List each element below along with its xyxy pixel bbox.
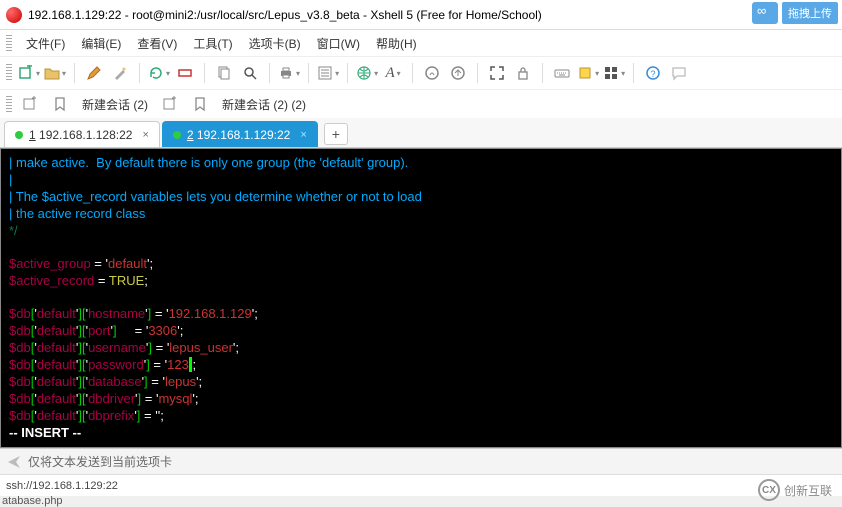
svg-text:?: ? (651, 69, 656, 79)
send-icon[interactable] (6, 454, 22, 470)
search-icon[interactable] (239, 61, 261, 85)
session-toolbar: 新建会话 (2) 新建会话 (2) (2) (0, 90, 842, 118)
separator (542, 63, 543, 83)
toolbar: A ? (0, 56, 842, 90)
clipped-text: atabase.php (0, 495, 65, 507)
tab-2[interactable]: 2 192.168.1.129:22 × (162, 121, 318, 147)
menu-tools[interactable]: 工具(T) (187, 33, 238, 54)
disconnect-button[interactable] (174, 61, 196, 85)
session-add-button-2[interactable] (158, 94, 182, 114)
upload-label: 拖拽上传 (782, 2, 838, 24)
highlight-icon[interactable] (577, 61, 599, 85)
session-link-2[interactable]: 新建会话 (2) (2) (218, 94, 310, 115)
xftp-icon[interactable] (447, 61, 469, 85)
terminal-output[interactable]: | make active. By default there is only … (0, 148, 842, 448)
layout-icon[interactable] (603, 61, 625, 85)
menu-tabs[interactable]: 选项卡(B) (243, 33, 307, 54)
watermark-icon: CX (758, 479, 780, 501)
separator (477, 63, 478, 83)
separator (347, 63, 348, 83)
menu-help[interactable]: 帮助(H) (370, 33, 423, 54)
menu-file[interactable]: 文件(F) (20, 33, 71, 54)
copy-button[interactable] (213, 61, 235, 85)
send-option-label[interactable]: 仅将文本发送到当前选项卡 (28, 453, 172, 470)
separator (412, 63, 413, 83)
globe-icon[interactable] (356, 61, 378, 85)
separator (308, 63, 309, 83)
watermark-label: 创新互联 (784, 482, 832, 499)
menu-window[interactable]: 窗口(W) (311, 33, 366, 54)
cloud-icon (752, 2, 778, 24)
help-icon[interactable]: ? (642, 61, 664, 85)
print-button[interactable] (278, 61, 300, 85)
bookmark-icon[interactable] (48, 94, 72, 114)
wand-icon[interactable] (109, 61, 131, 85)
grip-icon (6, 64, 12, 82)
separator (139, 63, 140, 83)
menu-view[interactable]: 查看(V) (131, 33, 183, 54)
menu-bar: 文件(F) 编辑(E) 查看(V) 工具(T) 选项卡(B) 窗口(W) 帮助(… (0, 30, 842, 56)
compose-bar: 仅将文本发送到当前选项卡 (0, 448, 842, 474)
separator (633, 63, 634, 83)
close-icon[interactable]: × (142, 129, 148, 141)
menu-edit[interactable]: 编辑(E) (75, 33, 127, 54)
open-button[interactable] (44, 61, 66, 85)
lock-icon[interactable] (512, 61, 534, 85)
watermark: CX 创新互联 (758, 479, 832, 501)
fullscreen-icon[interactable] (486, 61, 508, 85)
window-title: 192.168.1.129:22 - root@mini2:/usr/local… (28, 8, 542, 22)
status-dot-icon (15, 131, 23, 139)
properties-button[interactable] (317, 61, 339, 85)
close-icon[interactable]: × (300, 129, 306, 141)
grip-icon (6, 96, 12, 112)
xagent-icon[interactable] (421, 61, 443, 85)
bookmark-icon-2[interactable] (188, 94, 212, 114)
separator (74, 63, 75, 83)
tab-label: 2 192.168.1.129:22 (187, 128, 290, 142)
font-button[interactable]: A (382, 61, 404, 85)
keyboard-icon[interactable] (551, 61, 573, 85)
new-session-button[interactable] (18, 61, 40, 85)
grip-icon (6, 35, 12, 51)
chat-icon[interactable] (668, 61, 690, 85)
session-add-button[interactable] (18, 94, 42, 114)
app-icon (6, 7, 22, 23)
connection-status: ssh://192.168.1.129:22 (6, 480, 118, 492)
status-bar: ssh://192.168.1.129:22 (0, 474, 842, 496)
status-dot-icon (173, 131, 181, 139)
separator (269, 63, 270, 83)
session-link-1[interactable]: 新建会话 (2) (78, 94, 152, 115)
tab-strip: 1 192.168.1.128:22 × 2 192.168.1.129:22 … (0, 118, 842, 148)
reconnect-button[interactable] (148, 61, 170, 85)
tab-label: 1 192.168.1.128:22 (29, 128, 132, 142)
upload-widget[interactable]: 拖拽上传 (752, 2, 838, 24)
pencil-icon[interactable] (83, 61, 105, 85)
add-tab-button[interactable]: + (324, 123, 348, 145)
tab-1[interactable]: 1 192.168.1.128:22 × (4, 121, 160, 147)
separator (204, 63, 205, 83)
title-bar: 192.168.1.129:22 - root@mini2:/usr/local… (0, 0, 842, 30)
